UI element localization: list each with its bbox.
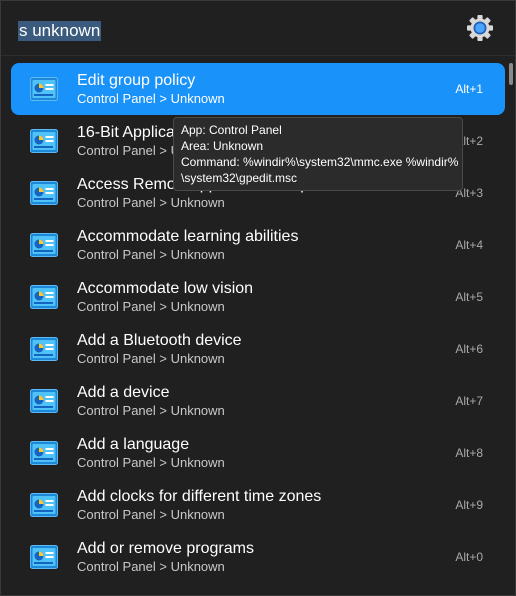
result-hotkey: Alt+8 <box>455 446 483 460</box>
result-subtitle: Control Panel > Unknown <box>77 195 225 210</box>
tooltip-area: Area: Unknown <box>181 139 264 153</box>
result-title: Add clocks for different time zones <box>77 488 322 505</box>
result-subtitle: Control Panel > Unknown <box>77 403 225 418</box>
control-panel-icon <box>30 233 58 257</box>
result-item[interactable]: Add or remove programs Control Panel > Un… <box>11 531 505 583</box>
result-title: Accommodate low vision <box>77 280 254 297</box>
control-panel-icon <box>30 285 58 309</box>
result-hotkey: Alt+6 <box>455 342 483 356</box>
control-panel-icon <box>30 129 58 153</box>
result-item[interactable]: Add a Bluetooth device Control Panel > Un… <box>11 323 505 375</box>
result-hotkey: Alt+1 <box>455 82 483 96</box>
control-panel-icon <box>30 441 58 465</box>
search-input[interactable]: s unknown <box>18 21 102 41</box>
details-tooltip: App: Control Panel Area: Unknown Command… <box>173 117 463 191</box>
result-item[interactable]: Accommodate low vision Control Panel > Un… <box>11 271 505 323</box>
control-panel-icon <box>30 337 58 361</box>
result-subtitle: Control Panel > Unknown <box>77 559 225 574</box>
result-hotkey: Alt+4 <box>455 238 483 252</box>
search-bar: s unknown <box>1 1 515 56</box>
result-title: Edit group policy <box>77 72 196 89</box>
result-subtitle: Control Panel > Unknown <box>77 507 225 522</box>
result-hotkey: Alt+7 <box>455 394 483 408</box>
tooltip-command-cont: \system32\gpedit.msc <box>181 171 298 185</box>
gear-icon[interactable] <box>465 13 495 43</box>
run-launcher-window: s unknown Edit group policy Control Pane… <box>0 0 516 596</box>
result-subtitle: Control Panel > Unknown <box>77 351 225 366</box>
control-panel-icon <box>30 389 58 413</box>
tooltip-command: Command: %windir%\system32\mmc.exe %wind… <box>181 155 459 169</box>
result-title: Add or remove programs <box>77 540 254 557</box>
control-panel-icon <box>30 493 58 517</box>
result-title: Add a language <box>77 436 190 453</box>
result-subtitle: Control Panel > Unknown <box>77 91 225 106</box>
result-item[interactable]: Edit group policy Control Panel > Unknown… <box>11 63 505 115</box>
result-hotkey: Alt+5 <box>455 290 483 304</box>
result-subtitle: Control Panel > Unknown <box>77 247 225 262</box>
result-title: Add a Bluetooth device <box>77 332 242 349</box>
result-hotkey: Alt+0 <box>455 550 483 564</box>
result-title: Add a device <box>77 384 170 401</box>
scrollbar-thumb[interactable] <box>509 63 513 85</box>
result-item[interactable]: Add a device Control Panel > Unknown Alt+7 <box>11 375 505 427</box>
control-panel-icon <box>30 181 58 205</box>
control-panel-icon <box>30 77 58 101</box>
result-subtitle: Control Panel > Unknown <box>77 455 225 470</box>
result-subtitle: Control Panel > Unknown <box>77 299 225 314</box>
control-panel-icon <box>30 545 58 569</box>
result-item[interactable]: Add a language Control Panel > Unknown Alt… <box>11 427 505 479</box>
result-item[interactable]: Add clocks for different time zones Contr… <box>11 479 505 531</box>
result-item[interactable]: Accommodate learning abilities Control Pa… <box>11 219 505 271</box>
result-hotkey: Alt+9 <box>455 498 483 512</box>
result-title: Accommodate learning abilities <box>77 228 299 245</box>
tooltip-app: App: Control Panel <box>181 123 282 137</box>
